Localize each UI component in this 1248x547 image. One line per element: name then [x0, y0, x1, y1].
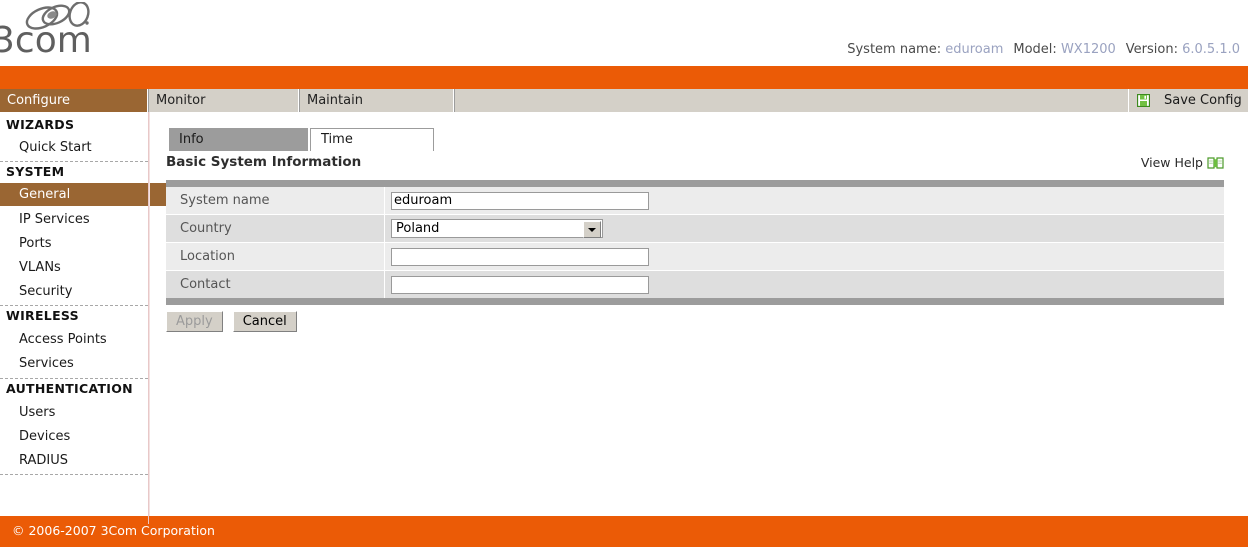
nav-filler: [455, 89, 1129, 112]
open-book-icon: [1207, 157, 1224, 169]
sidebar-group-wireless: WIRELESS: [6, 308, 79, 323]
sidebar-item-users[interactable]: Users: [0, 401, 167, 424]
sidebar-item-radius[interactable]: RADIUS: [0, 449, 167, 472]
page-title: Basic System Information: [166, 154, 362, 170]
field-cell-contact: [385, 275, 1224, 294]
sidebar-group-system: SYSTEM: [6, 164, 65, 179]
sidebar-divider-3: [0, 378, 148, 379]
save-config-button[interactable]: Save Config: [1129, 89, 1248, 112]
nav-tab-configure[interactable]: Configure: [0, 89, 148, 112]
tab-time[interactable]: Time: [310, 128, 434, 151]
country-select-value: Poland: [396, 221, 440, 236]
field-label-contact: Contact: [166, 271, 385, 298]
table-top-bar: [166, 180, 1224, 187]
table-row: Country Poland: [166, 214, 1224, 242]
version-label: Version:: [1125, 42, 1178, 57]
sidebar-item-ip-services[interactable]: IP Services: [0, 208, 167, 231]
tab-info[interactable]: Info: [169, 128, 309, 151]
nav-tab-maintain[interactable]: Maintain: [300, 89, 454, 112]
view-help-label: View Help: [1140, 155, 1203, 170]
model-value: WX1200: [1060, 42, 1116, 57]
system-name-label: System name:: [847, 42, 942, 57]
version-value: 6.0.5.1.0: [1182, 42, 1240, 57]
sidebar-item-services[interactable]: Services: [0, 352, 167, 375]
field-cell-system-name: [385, 191, 1224, 210]
field-cell-location: [385, 247, 1224, 266]
main-navigation-bar: Configure Monitor Maintain Save Config: [0, 89, 1248, 112]
save-config-label: Save Config: [1164, 93, 1242, 108]
chevron-down-icon[interactable]: [583, 221, 601, 238]
system-name-input[interactable]: [391, 191, 649, 210]
sidebar-item-devices[interactable]: Devices: [0, 425, 167, 448]
field-cell-country: Poland: [385, 219, 1224, 238]
sidebar: WIZARDS Quick Start SYSTEM General IP Se…: [0, 112, 167, 516]
section-header: Basic System Information View Help: [166, 154, 1224, 176]
version-group: Version: 6.0.5.1.0: [1126, 42, 1240, 57]
table-bottom-bar: [166, 298, 1224, 305]
form-button-row: Apply Cancel: [166, 311, 297, 332]
location-input[interactable]: [391, 247, 649, 266]
copyright-text: © 2006-2007 3Com Corporation: [12, 523, 215, 538]
model-group: Model: WX1200: [1013, 42, 1115, 57]
apply-button[interactable]: Apply: [166, 311, 223, 332]
sidebar-item-security[interactable]: Security: [0, 280, 167, 303]
system-name-group: System name: eduroam: [847, 42, 1003, 57]
field-label-location: Location: [166, 243, 385, 270]
svg-text:3com: 3com: [0, 20, 92, 61]
page-header: 3com System name: eduroam Model: WX1200 Ve…: [0, 0, 1248, 66]
table-row: Contact: [166, 270, 1224, 298]
field-label-country: Country: [166, 215, 385, 242]
sidebar-item-general[interactable]: General: [0, 183, 167, 206]
orange-divider-band: [0, 66, 1248, 89]
table-row: System name: [166, 187, 1224, 214]
cancel-button[interactable]: Cancel: [232, 311, 297, 332]
view-help-link[interactable]: View Help: [1141, 155, 1224, 170]
nav-tab-monitor[interactable]: Monitor: [149, 89, 299, 112]
sidebar-content-divider-shadow: [149, 112, 150, 516]
country-select[interactable]: Poland: [391, 219, 603, 238]
page-footer: © 2006-2007 3Com Corporation: [0, 516, 1248, 547]
model-label: Model:: [1013, 42, 1057, 57]
3com-logo: 3com: [0, 2, 114, 62]
field-label-system-name: System name: [166, 187, 385, 214]
floppy-disk-icon: [1137, 94, 1150, 107]
sidebar-group-authentication: AUTHENTICATION: [6, 381, 133, 396]
sidebar-item-ports[interactable]: Ports: [0, 232, 167, 255]
sidebar-divider-2: [0, 305, 148, 306]
sidebar-group-wizards: WIZARDS: [6, 117, 75, 132]
sidebar-item-vlans[interactable]: VLANs: [0, 256, 167, 279]
table-row: Location: [166, 242, 1224, 270]
sidebar-divider-1: [0, 161, 148, 162]
sidebar-divider-4: [0, 474, 148, 475]
system-info-bar: System name: eduroam Model: WX1200 Version…: [837, 42, 1240, 57]
contact-input[interactable]: [391, 275, 649, 294]
sidebar-item-access-points[interactable]: Access Points: [0, 328, 167, 351]
basic-system-information-table: System name Country Poland Location Cont…: [166, 180, 1224, 305]
sidebar-item-quick-start[interactable]: Quick Start: [0, 136, 167, 159]
system-name-value: eduroam: [945, 42, 1004, 57]
